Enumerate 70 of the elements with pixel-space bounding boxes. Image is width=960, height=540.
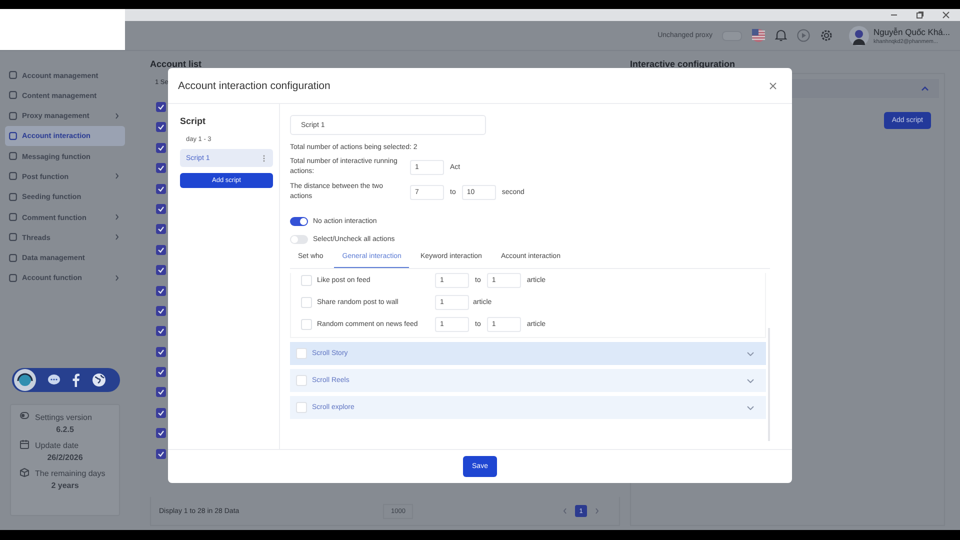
checkbox[interactable]	[296, 348, 307, 359]
avatar-icon[interactable]	[849, 26, 870, 46]
chevron-down-icon	[747, 352, 754, 356]
row-checkbox[interactable]	[156, 244, 166, 255]
row-checkbox[interactable]	[156, 408, 166, 418]
box-icon	[20, 468, 29, 477]
toggle-icon	[20, 412, 29, 419]
chevron-up-icon	[921, 86, 929, 91]
panel-title: Interactive configuration	[630, 59, 736, 69]
row-checkbox[interactable]	[156, 428, 166, 438]
toggle-switch[interactable]	[290, 235, 308, 244]
facebook-icon[interactable]	[72, 372, 80, 387]
dialog-title: Account interaction configuration	[178, 80, 330, 92]
calendar-icon	[20, 440, 29, 449]
toggle-switch[interactable]	[290, 217, 308, 226]
square-icon	[9, 71, 17, 79]
panel-title: Account list	[150, 59, 203, 69]
info-value: 2 years	[51, 480, 79, 492]
chat-icon[interactable]	[48, 374, 60, 386]
row-checkbox[interactable]	[156, 346, 166, 357]
row-checkbox[interactable]	[156, 387, 166, 398]
script-heading: Script	[180, 116, 207, 126]
square-icon	[9, 233, 17, 242]
row-checkbox[interactable]	[156, 204, 166, 214]
info-label: The remaining days	[35, 468, 106, 480]
row-checkbox[interactable]	[156, 224, 166, 234]
info-label: Update date	[35, 440, 79, 452]
chevron-down-icon	[747, 406, 754, 410]
row-checkbox[interactable]	[156, 326, 166, 336]
chevron-down-icon	[747, 378, 754, 382]
chevron-right-icon	[115, 274, 119, 281]
square-icon	[9, 274, 17, 282]
square-icon	[9, 254, 17, 262]
square-icon	[9, 172, 17, 180]
row-checkbox[interactable]	[156, 306, 166, 316]
restore-icon[interactable]	[916, 11, 924, 19]
info-value: 6.2.5	[56, 424, 74, 436]
bell-icon[interactable]	[775, 29, 788, 42]
row-checkbox[interactable]	[156, 265, 166, 276]
checkbox[interactable]	[301, 275, 312, 286]
user-name: Nguyễn Quốc Khá...	[873, 26, 950, 36]
row-checkbox[interactable]	[156, 448, 166, 459]
info-value: 26/2/2026	[47, 452, 83, 464]
row-checkbox[interactable]	[156, 367, 166, 378]
close-icon[interactable]	[942, 11, 950, 19]
row-checkbox[interactable]	[156, 122, 166, 132]
square-icon	[9, 132, 17, 140]
headset-icon[interactable]	[14, 368, 36, 391]
row-checkbox[interactable]	[156, 184, 166, 194]
chevron-right-icon	[115, 234, 119, 240]
row-checkbox[interactable]	[156, 286, 166, 296]
row-checkbox[interactable]	[156, 142, 166, 153]
square-icon	[9, 91, 17, 100]
row-checkbox[interactable]	[156, 163, 166, 174]
settings-icon[interactable]	[820, 29, 834, 42]
close-icon[interactable]	[769, 82, 777, 90]
chevron-right-icon	[115, 173, 119, 180]
info-label: Settings version	[35, 412, 92, 424]
square-icon	[9, 152, 17, 160]
checkbox[interactable]	[301, 319, 312, 330]
square-icon	[9, 112, 17, 120]
chevron-right-icon	[115, 214, 119, 220]
square-icon	[9, 192, 17, 201]
chevron-right-icon	[115, 112, 119, 119]
checkbox[interactable]	[296, 375, 307, 386]
checkbox[interactable]	[301, 297, 312, 308]
flag-icon[interactable]	[752, 29, 766, 42]
row-checkbox[interactable]	[156, 102, 166, 112]
checkbox[interactable]	[296, 402, 307, 413]
square-icon	[9, 213, 17, 222]
